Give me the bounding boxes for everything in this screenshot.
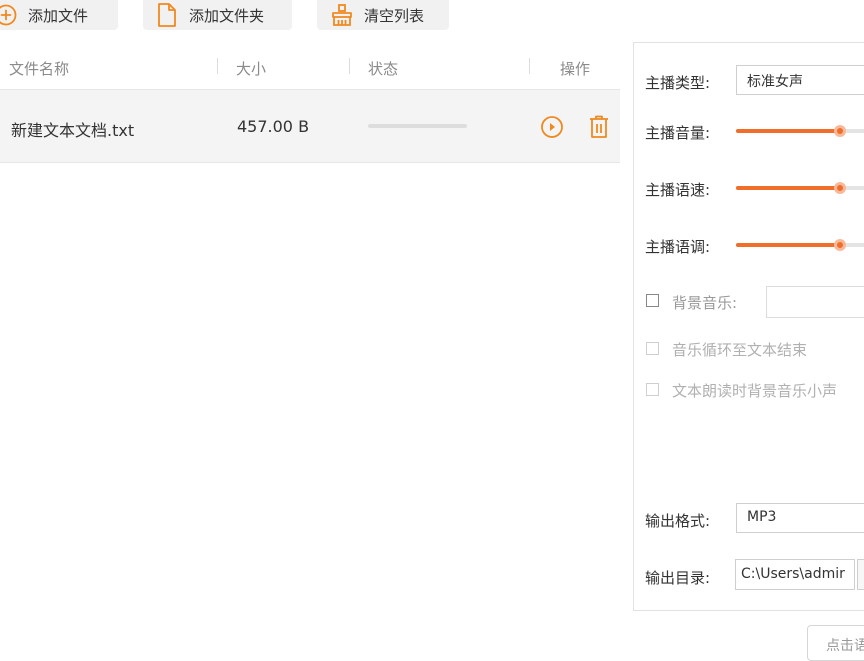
bgm-label: 背景音乐: (672, 294, 738, 312)
column-header-actions: 操作 (560, 60, 591, 78)
add-folder-button[interactable]: 添加文件夹 (143, 0, 292, 30)
slider-thumb[interactable] (834, 125, 846, 137)
speed-slider[interactable] (736, 181, 864, 195)
clear-list-label: 清空列表 (364, 6, 425, 25)
duck-music-label: 文本朗读时背景音乐小声 (672, 382, 838, 400)
column-header-status: 状态 (368, 60, 399, 78)
column-header-size: 大小 (236, 60, 267, 78)
slider-thumb[interactable] (834, 182, 846, 194)
file-row[interactable]: 新建文本文档.txt 457.00 B (0, 89, 620, 163)
file-size: 457.00 B (237, 117, 310, 136)
slider-fill (736, 129, 840, 133)
slider-fill (736, 186, 840, 190)
loop-music-checkbox[interactable] (646, 342, 659, 355)
output-format-label: 输出格式: (645, 512, 711, 530)
output-dir-input[interactable]: C:\Users\admir (735, 559, 855, 590)
volume-label: 主播音量: (645, 124, 711, 142)
output-format-select[interactable]: MP3 (736, 503, 864, 533)
add-file-button[interactable]: 添加文件 (0, 0, 118, 30)
slider-thumb[interactable] (834, 239, 846, 251)
clear-list-button[interactable]: 清空列表 (317, 0, 449, 30)
browse-dir-button[interactable] (857, 559, 864, 590)
file-name: 新建文本文档.txt (11, 121, 135, 140)
pitch-label: 主播语调: (645, 238, 711, 256)
add-file-label: 添加文件 (28, 6, 89, 25)
volume-slider[interactable] (736, 124, 864, 138)
anchor-type-select[interactable]: 标准女声 (736, 65, 864, 95)
conversion-progress-bar (368, 124, 467, 128)
loop-music-label: 音乐循环至文本结束 (672, 341, 808, 359)
broom-icon (332, 4, 352, 26)
bgm-file-input[interactable] (766, 286, 864, 318)
trash-icon[interactable] (587, 114, 611, 140)
file-icon (158, 3, 176, 27)
column-separator (217, 58, 218, 74)
output-dir-label: 输出目录: (645, 569, 711, 587)
column-separator (349, 58, 350, 74)
file-list-header: 文件名称 大小 状态 操作 (0, 44, 620, 89)
slider-fill (736, 243, 840, 247)
anchor-type-label: 主播类型: (645, 74, 711, 92)
play-icon[interactable] (540, 115, 564, 139)
duck-music-checkbox[interactable] (646, 383, 659, 396)
start-convert-button[interactable]: 点击语 (807, 625, 864, 661)
column-separator (529, 58, 530, 74)
add-folder-label: 添加文件夹 (189, 6, 265, 25)
plus-circle-icon (0, 4, 17, 26)
pitch-slider[interactable] (736, 238, 864, 252)
speed-label: 主播语速: (645, 181, 711, 199)
bgm-checkbox[interactable] (646, 294, 659, 307)
column-header-name: 文件名称 (9, 60, 70, 78)
